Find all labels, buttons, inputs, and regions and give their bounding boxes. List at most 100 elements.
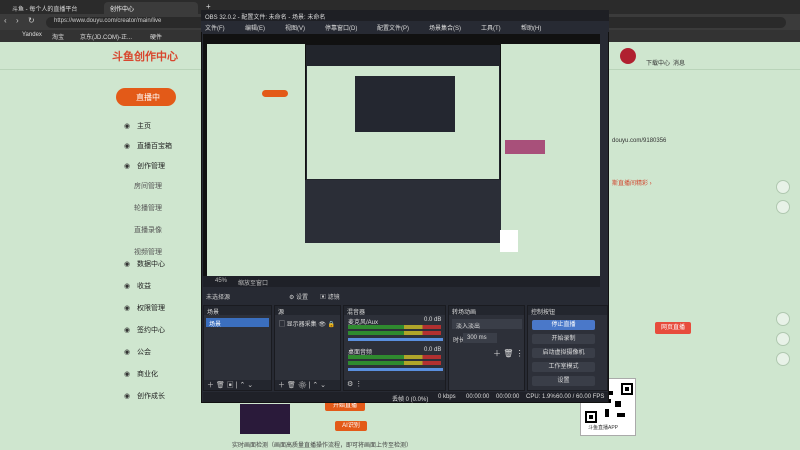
controls-dock-title: 控制按钮 (528, 306, 607, 316)
scene-item[interactable]: 场景 (206, 318, 269, 328)
transitions-dock: 转场动画 淡入淡出 时长 300 ms ＋ 🗑 ⋮ (448, 305, 525, 391)
message-link[interactable]: 消息 (673, 58, 685, 67)
nav-label: 主页 (137, 123, 151, 130)
zoom-mode[interactable]: 缩放至窗口 (238, 278, 268, 287)
notice-link[interactable]: 斯直播间精彩 › (612, 178, 652, 187)
transitions-dock-title: 转场动画 (449, 306, 524, 316)
obs-menu-5[interactable]: 场景集合(S) (429, 23, 461, 32)
site-logo[interactable]: 斗鱼创作中心 (112, 48, 178, 64)
source-item[interactable]: ▢ 显示器采集 👁 🔒 (279, 319, 335, 328)
sidebar-subitem-3[interactable]: 视频管理 (134, 247, 162, 257)
avatar[interactable] (620, 48, 636, 64)
contract-icon: ◉ (124, 327, 131, 334)
thumbnail-image (240, 404, 290, 434)
obs-menu-1[interactable]: 编辑(E) (245, 23, 265, 32)
sidebar-item-0[interactable]: ◉ 数据中心 (124, 259, 165, 269)
room-id-text: douyu.com/9180356 (612, 138, 667, 144)
browser-tab-douyu[interactable]: 斗鱼 - 每个人的直播平台 (6, 2, 96, 14)
sources-dock-title: 源 (275, 306, 340, 316)
nested-docks (305, 180, 501, 243)
right-tool-icon[interactable] (776, 332, 790, 346)
mixer-dock-title: 混音器 (344, 306, 445, 316)
growth-icon: ◉ (124, 393, 131, 400)
obs-menu-0[interactable]: 文件(F) (205, 23, 225, 32)
transition-select[interactable]: 淡入淡出 (452, 319, 522, 330)
sidebar-subitem-2[interactable]: 直播录像 (134, 225, 162, 235)
record-time: 00:00:00 (496, 394, 520, 400)
mixer-channel-1-slider[interactable] (348, 338, 443, 341)
fps: 60.00 / 60.00 FPS (556, 394, 605, 400)
back-icon[interactable]: ‹ (4, 16, 7, 25)
zoom-level[interactable]: 45% (215, 278, 227, 284)
bookmark-hardware[interactable]: 硬件 (150, 32, 162, 41)
create-icon: ◉ (124, 163, 131, 170)
bookmark-yandex[interactable]: Yandex (22, 32, 42, 38)
mixer-channel-1-db: 0.0 dB (424, 317, 442, 323)
data-icon: ◉ (124, 261, 131, 268)
scenes-dock-footer: ＋ 🗑 ▣ | ⌃ ⌄ (204, 380, 271, 390)
nav-label: 创作管理 (137, 163, 165, 170)
right-tool-icon[interactable] (776, 180, 790, 194)
properties-label: 设置 (296, 295, 309, 301)
sidebar-item-2[interactable]: ◉ 创作管理 (124, 161, 165, 171)
mixer-channel-2-slider[interactable] (348, 368, 443, 371)
bookmark-jd[interactable]: 京东(JD.COM)-正... (80, 32, 132, 41)
transition-add-icon[interactable]: ＋ 🗑 ⋮ (493, 348, 524, 359)
virtual-camera-button[interactable]: 启动虚拟摄像机 (532, 348, 595, 358)
sidebar-item-6[interactable]: ◉ 创作成长 (124, 391, 165, 401)
nav-label: 收益 (137, 283, 151, 290)
obs-menu-4[interactable]: 配置文件(P) (377, 23, 409, 32)
start-recording-button[interactable]: 开始录制 (532, 334, 595, 344)
sidebar-item-3[interactable]: ◉ 签约中心 (124, 325, 165, 335)
reload-icon[interactable]: ↻ (28, 16, 35, 25)
sidebar-subitem-0[interactable]: 房间管理 (134, 181, 162, 191)
stop-streaming-button[interactable]: 停止直播 (532, 320, 595, 330)
right-tool-icon[interactable] (776, 352, 790, 366)
browser-tab-creator[interactable]: 创作中心 (104, 2, 198, 14)
mixer-channel-2-db: 0.0 dB (424, 347, 442, 353)
nested-obs-inner (355, 76, 455, 132)
bitrate: 0 kbps (438, 394, 456, 400)
obs-menu-2[interactable]: 视图(V) (285, 23, 305, 32)
filters-button[interactable]: ▣ 滤镜 (320, 292, 340, 301)
home-icon: ◉ (124, 123, 131, 130)
obs-menu-6[interactable]: 工具(T) (481, 23, 501, 32)
sidebar-item-0[interactable]: ◉ 主页 (124, 121, 151, 131)
obs-menu-3[interactable]: 停靠窗口(D) (325, 23, 357, 32)
obs-menu-7[interactable]: 帮助(H) (521, 23, 541, 32)
sidebar-item-1[interactable]: ◉ 收益 (124, 281, 151, 291)
permission-icon: ◉ (124, 305, 131, 312)
source-toolbar (203, 288, 600, 302)
nav-label: 数据中心 (137, 261, 165, 268)
sidebar-item-2[interactable]: ◉ 权限管理 (124, 303, 165, 313)
nav-label: 权限管理 (137, 305, 165, 312)
mixer-dock: 混音器 麦克风/Aux 0.0 dB 桌面音频 0.0 dB ⚙ ⋮ (343, 305, 446, 391)
mixer-channel-2-meter (348, 355, 441, 359)
no-source-label: 未选择源 (206, 295, 231, 301)
web-live-button[interactable]: 网页直播 (655, 322, 691, 334)
sidebar-item-4[interactable]: ◉ 公会 (124, 347, 151, 357)
ai-recognize-button[interactable]: AI识别 (335, 421, 367, 431)
right-tool-icon[interactable] (776, 312, 790, 326)
sources-dock-footer: ＋ 🗑 ⚙ | ⌃ ⌄ (275, 380, 340, 390)
forward-icon[interactable]: › (16, 16, 19, 25)
live-status-button[interactable]: 直播中 (116, 88, 176, 106)
obs-title-bar: OBS 32.0.2 - 配置文件: 未命名 - 场景: 未命名 (201, 10, 609, 21)
sidebar-item-5[interactable]: ◉ 商业化 (124, 369, 158, 379)
download-center-link[interactable]: 下载中心 (646, 58, 670, 67)
toolbox-icon: ◉ (124, 143, 131, 150)
mixer-channel-2-meter (348, 361, 441, 365)
duration-input[interactable]: 300 ms (463, 333, 497, 343)
sources-dock: 源 ▢ 显示器采集 👁 🔒 ＋ 🗑 ⚙ | ⌃ ⌄ (274, 305, 341, 391)
settings-button[interactable]: 设置 (532, 376, 595, 386)
sidebar-item-1[interactable]: ◉ 直播百宝箱 (124, 141, 172, 151)
commerce-icon: ◉ (124, 371, 131, 378)
studio-mode-button[interactable]: 工作室模式 (532, 362, 595, 372)
sidebar-subitem-1[interactable]: 轮播管理 (134, 203, 162, 213)
bookmark-taobao[interactable]: 淘宝 (52, 32, 64, 41)
guild-icon: ◉ (124, 349, 131, 356)
right-tool-icon[interactable] (776, 200, 790, 214)
income-icon: ◉ (124, 283, 131, 290)
nav-label: 公会 (137, 349, 151, 356)
properties-button[interactable]: ⚙ 设置 (289, 292, 308, 301)
